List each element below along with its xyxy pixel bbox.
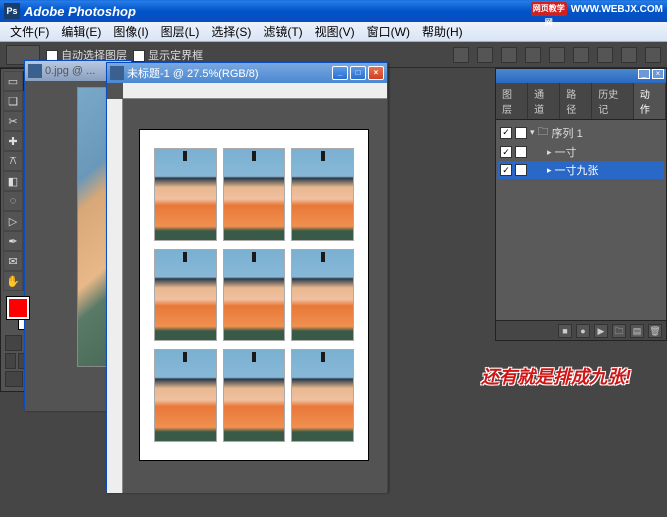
eraser-tool[interactable]: ◧ xyxy=(3,171,23,191)
close-button[interactable]: × xyxy=(368,66,384,80)
play-button[interactable]: ▶ xyxy=(594,324,608,338)
delete-button[interactable]: 🗑 xyxy=(648,324,662,338)
toggle-check-icon[interactable]: ✓ xyxy=(500,146,512,158)
action-set-row[interactable]: ✓ ▾ 🗀 序列 1 xyxy=(498,122,664,143)
id-photo xyxy=(291,349,354,442)
align-icon[interactable] xyxy=(501,47,517,63)
actions-panel-footer: ■ ● ▶ 🗀 ▤ 🗑 xyxy=(496,320,666,340)
align-icon[interactable] xyxy=(453,47,469,63)
expand-right-icon[interactable]: ▸ xyxy=(547,147,552,158)
menu-edit[interactable]: 编辑(E) xyxy=(55,21,107,42)
menu-file[interactable]: 文件(F) xyxy=(4,21,55,42)
menubar: 文件(F) 编辑(E) 图像(I) 图层(L) 选择(S) 滤镜(T) 视图(V… xyxy=(0,22,667,42)
document-window-1[interactable]: 未标题-1 @ 27.5%(RGB/8) _ □ × xyxy=(106,62,388,492)
document-icon xyxy=(28,64,42,78)
minimize-button[interactable]: _ xyxy=(638,69,650,79)
id-photo xyxy=(291,249,354,342)
app-titlebar: Ps Adobe Photoshop 网页教学网 WWW.WEBJX.COM xyxy=(0,0,667,22)
menu-layer[interactable]: 图层(L) xyxy=(155,21,206,42)
tab-channels[interactable]: 通道 xyxy=(528,83,560,119)
action-label: 一寸九张 xyxy=(555,162,599,178)
watermark: 网页教学网 WWW.WEBJX.COM xyxy=(531,2,663,16)
action-row-selected[interactable]: ✓ ▸ 一寸九张 xyxy=(498,161,664,179)
tab-history[interactable]: 历史记 xyxy=(592,83,634,119)
panel-tabs: 图层 通道 路径 历史记 动作 xyxy=(496,83,666,120)
path-select-tool[interactable]: ▷ xyxy=(3,211,23,231)
toggle-dialog-icon[interactable] xyxy=(515,164,527,176)
minimize-button[interactable]: _ xyxy=(332,66,348,80)
maximize-button[interactable]: □ xyxy=(350,66,366,80)
stamp-tool[interactable]: ⚻ xyxy=(3,151,23,171)
id-photo xyxy=(154,249,217,342)
doc1-title: 未标题-1 @ 27.5%(RGB/8) xyxy=(127,65,332,81)
id-photo xyxy=(291,148,354,241)
blur-tool[interactable]: ◌ xyxy=(3,191,23,211)
toggle-check-icon[interactable]: ✓ xyxy=(500,164,512,176)
record-button[interactable]: ● xyxy=(576,324,590,338)
distribute-icon[interactable] xyxy=(645,47,661,63)
id-photo xyxy=(223,249,286,342)
doc1-canvas[interactable] xyxy=(125,101,383,489)
stop-button[interactable]: ■ xyxy=(558,324,572,338)
ruler-vertical[interactable] xyxy=(107,99,123,493)
align-icon[interactable] xyxy=(549,47,565,63)
expand-down-icon[interactable]: ▾ xyxy=(530,127,535,138)
align-icon[interactable] xyxy=(525,47,541,63)
id-photo xyxy=(154,148,217,241)
foreground-color[interactable] xyxy=(7,297,29,319)
menu-filter[interactable]: 滤镜(T) xyxy=(257,21,308,42)
show-bounds-option[interactable]: 显示定界框 xyxy=(133,47,203,63)
menu-help[interactable]: 帮助(H) xyxy=(416,21,469,42)
distribute-icon[interactable] xyxy=(597,47,613,63)
toggle-dialog-icon[interactable] xyxy=(515,146,527,158)
marquee-tool[interactable]: ▭ xyxy=(3,71,23,91)
menu-select[interactable]: 选择(S) xyxy=(205,21,257,42)
document-icon xyxy=(110,66,124,80)
screen-mode-icon[interactable] xyxy=(5,353,16,369)
photo-grid xyxy=(140,130,368,460)
close-button[interactable]: × xyxy=(652,69,664,79)
toggle-dialog-icon[interactable] xyxy=(515,127,527,139)
panels-dock: _ × 图层 通道 路径 历史记 动作 ✓ ▾ 🗀 序列 1 ✓ ▸ 一寸 ✓ … xyxy=(495,68,667,341)
ps-app-icon: Ps xyxy=(4,3,20,19)
menu-window[interactable]: 窗口(W) xyxy=(361,21,416,42)
action-label: 一寸 xyxy=(555,144,577,160)
expand-right-icon[interactable]: ▸ xyxy=(547,165,552,176)
heal-tool[interactable]: ✚ xyxy=(3,131,23,151)
watermark-url: WWW.WEBJX.COM xyxy=(571,4,663,15)
tab-actions[interactable]: 动作 xyxy=(634,83,666,119)
notes-tool[interactable]: ✉ xyxy=(3,251,23,271)
id-photo xyxy=(223,349,286,442)
hand-tool[interactable]: ✋ xyxy=(3,271,23,291)
id-photo xyxy=(223,148,286,241)
id-photo xyxy=(154,349,217,442)
align-icon[interactable] xyxy=(477,47,493,63)
lasso-tool[interactable]: ❑ xyxy=(3,91,23,111)
menu-image[interactable]: 图像(I) xyxy=(107,21,154,42)
ruler-horizontal[interactable] xyxy=(123,83,387,99)
doc1-titlebar[interactable]: 未标题-1 @ 27.5%(RGB/8) _ □ × xyxy=(107,63,387,83)
action-row[interactable]: ✓ ▸ 一寸 xyxy=(498,143,664,161)
pen-tool[interactable]: ✒ xyxy=(3,231,23,251)
new-action-button[interactable]: ▤ xyxy=(630,324,644,338)
new-set-button[interactable]: 🗀 xyxy=(612,324,626,338)
standard-mode-icon[interactable] xyxy=(5,335,22,351)
annotation-text: 还有就是排成九张! xyxy=(481,363,631,389)
tab-paths[interactable]: 路径 xyxy=(560,83,592,119)
watermark-logo: 网页教学网 xyxy=(531,2,567,16)
crop-tool[interactable]: ✂ xyxy=(3,111,23,131)
align-icon[interactable] xyxy=(573,47,589,63)
checkbox-icon xyxy=(133,50,145,62)
doc1-content xyxy=(107,83,387,493)
panel-titlebar[interactable]: _ × xyxy=(496,69,666,83)
folder-icon: 🗀 xyxy=(538,123,549,142)
show-bounds-label: 显示定界框 xyxy=(148,50,203,62)
actions-panel-body: ✓ ▾ 🗀 序列 1 ✓ ▸ 一寸 ✓ ▸ 一寸九张 xyxy=(496,120,666,320)
tab-layers[interactable]: 图层 xyxy=(496,83,528,119)
action-set-label: 序列 1 xyxy=(552,125,583,141)
toggle-check-icon[interactable]: ✓ xyxy=(500,127,512,139)
jump-to-icon[interactable] xyxy=(5,371,23,387)
distribute-icon[interactable] xyxy=(621,47,637,63)
menu-view[interactable]: 视图(V) xyxy=(309,21,361,42)
